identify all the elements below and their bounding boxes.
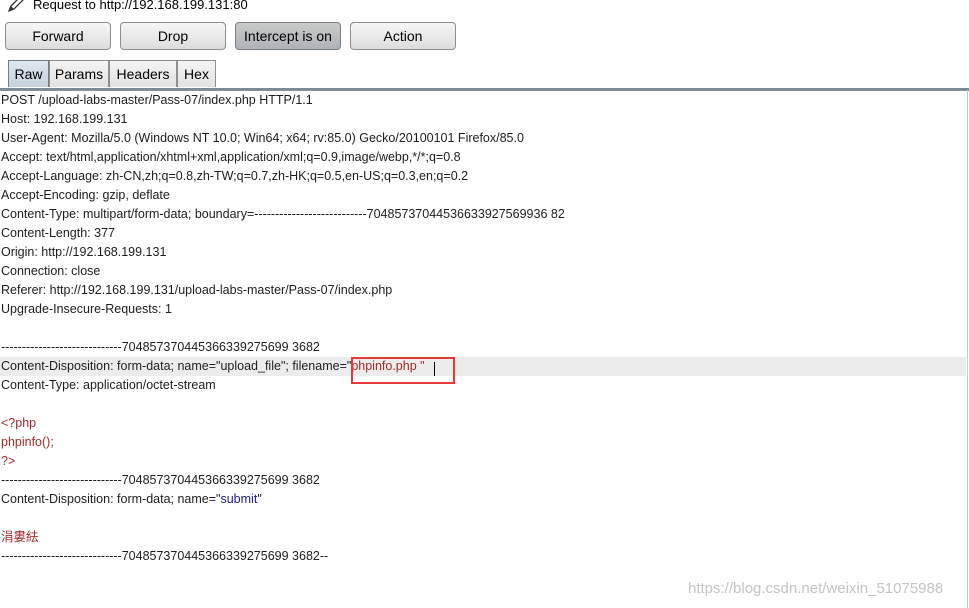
request-line: POST /upload-labs-master/Pass-07/index.p… [1,93,313,107]
drop-button[interactable]: Drop [120,22,226,50]
intercept-toggle-button[interactable]: Intercept is on [235,22,341,50]
header-connection: Connection: close [1,264,101,278]
watermark: https://blog.csdn.net/weixin_51075988 [688,580,944,597]
message-view-tabs: Raw Params Headers Hex [0,60,969,91]
header-content-length: Content-Length: 377 [1,226,115,240]
content-disposition-submit: Content-Disposition: form-data; name="su… [1,490,967,509]
disposition-prefix: Content-Disposition: form-data; name="up… [1,359,352,373]
tab-divider [0,88,969,90]
forward-button[interactable]: Forward [5,22,111,50]
submit-name-value: submit [220,492,258,506]
editor-border [967,90,968,608]
text-cursor [434,362,435,376]
submit-value: 涓婁紶 [1,530,39,544]
header-accept: Accept: text/html,application/xhtml+xml,… [1,150,461,164]
request-title: Request to http://192.168.199.131:80 [33,0,248,12]
header-content-type: Content-Type: multipart/form-data; bound… [1,207,565,221]
php-open-tag: <?php [1,416,37,430]
multipart-boundary-end: -----------------------------70485737044… [1,549,329,563]
filename-highlight-box [351,357,455,384]
tab-raw[interactable]: Raw [8,60,49,87]
header-accept-language: Accept-Language: zh-CN,zh;q=0.8,zh-TW;q=… [1,169,469,183]
header-origin: Origin: http://192.168.199.131 [1,245,167,259]
multipart-boundary: -----------------------------70485737044… [1,473,320,487]
header-upgrade-insecure: Upgrade-Insecure-Requests: 1 [1,302,172,316]
header-user-agent: User-Agent: Mozilla/5.0 (Windows NT 10.0… [1,131,524,145]
header-accept-encoding: Accept-Encoding: gzip, deflate [1,188,170,202]
raw-request-editor[interactable]: POST /upload-labs-master/Pass-07/index.p… [0,91,967,608]
action-button[interactable]: Action [350,22,456,50]
disposition-prefix: Content-Disposition: form-data; name=" [1,492,221,506]
tab-hex[interactable]: Hex [177,60,216,87]
tab-headers[interactable]: Headers [109,60,177,87]
header-referer: Referer: http://192.168.199.131/upload-l… [1,283,393,297]
multipart-boundary: -----------------------------70485737044… [1,340,320,354]
part-content-type: Content-Type: application/octet-stream [1,378,216,392]
submit-name-quote: " [257,492,262,506]
php-code: phpinfo(); [1,435,54,449]
tab-params[interactable]: Params [49,60,109,87]
intercept-toolbar: Forward Drop Intercept is on Action [0,22,969,52]
window-title-bar: Request to http://192.168.199.131:80 [0,0,969,14]
content-disposition-file: Content-Disposition: form-data; name="up… [0,357,966,376]
pencil-icon [7,0,24,13]
php-close-tag: ?> [1,454,16,468]
header-host: Host: 192.168.199.131 [1,112,128,126]
